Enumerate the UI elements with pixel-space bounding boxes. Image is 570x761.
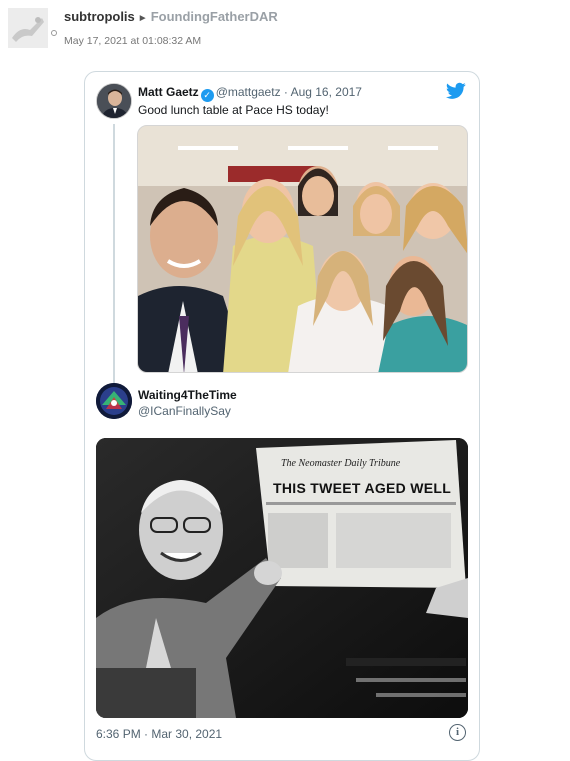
twitter-bird-icon[interactable] (446, 82, 466, 100)
recipient-name[interactable]: FoundingFatherDAR (151, 9, 278, 24)
status-indicator (51, 30, 57, 36)
newspaper-headline: THIS TWEET AGED WELL (273, 480, 452, 496)
quoted-author-handle[interactable]: @mattgaetz (216, 85, 281, 99)
quoted-tweet-header: Matt Gaetz ✓ @mattgaetz · Aug 16, 2017 (138, 85, 362, 102)
quoted-tweet-date[interactable]: · Aug 16, 2017 (284, 85, 362, 99)
reply-tweet-photo[interactable]: The Neomaster Daily Tribune THIS TWEET A… (96, 438, 468, 718)
quoted-tweet-photo[interactable] (137, 125, 468, 373)
thread-line (113, 124, 115, 388)
newspaper-masthead: The Neomaster Daily Tribune (281, 458, 401, 469)
tweet-timestamp[interactable]: 6:36 PM · Mar 30, 2021 (96, 727, 222, 741)
author-name[interactable]: subtropolis (64, 9, 135, 24)
tweet-embed[interactable]: Matt Gaetz ✓ @mattgaetz · Aug 16, 2017 Goo… (84, 71, 480, 761)
post-meta: subtropolis ► FoundingFatherDAR May 17, 20… (64, 9, 278, 47)
verified-badge-icon: ✓ (200, 89, 214, 102)
quoted-tweet-text: Good lunch table at Pace HS today! (138, 103, 329, 117)
waiting4thetime-avatar[interactable] (96, 383, 132, 419)
arrow-icon: ► (137, 13, 148, 24)
post-names: subtropolis ► FoundingFatherDAR (64, 9, 278, 27)
gaetz-avatar[interactable] (96, 83, 132, 119)
user-avatar[interactable] (8, 8, 48, 48)
reply-author-handle[interactable]: @ICanFinallySay (138, 404, 231, 418)
reply-author-name[interactable]: Waiting4TheTime (138, 388, 237, 402)
info-icon[interactable]: i (449, 724, 466, 741)
quoted-author-name[interactable]: Matt Gaetz (138, 85, 199, 99)
post-header: subtropolis ► FoundingFatherDAR May 17, 20… (0, 0, 570, 60)
post-date[interactable]: May 17, 2021 at 01:08:32 AM (64, 35, 278, 47)
